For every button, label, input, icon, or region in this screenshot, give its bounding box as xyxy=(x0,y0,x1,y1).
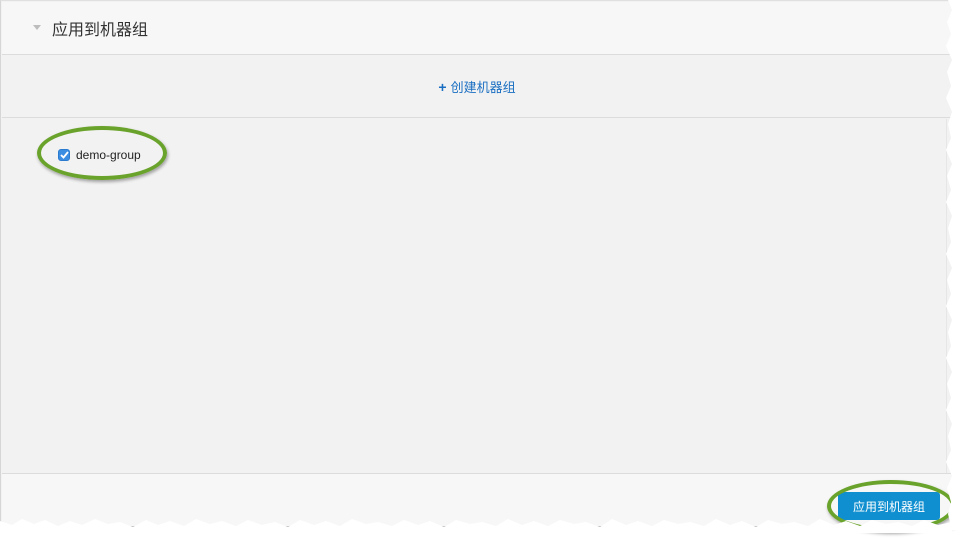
group-label: demo-group xyxy=(76,148,141,162)
dialog-panel: 应用到机器组 + 创建机器组 demo-group xyxy=(0,0,952,526)
torn-edge-bottom xyxy=(0,519,952,533)
create-machine-group-link[interactable]: + 创建机器组 xyxy=(438,77,515,96)
group-checkbox[interactable] xyxy=(58,149,70,161)
checkmark-icon xyxy=(59,151,69,159)
machine-group-list: demo-group xyxy=(2,119,947,473)
create-machine-group-label: 创建机器组 xyxy=(450,80,516,95)
torn-edge-right xyxy=(946,0,960,530)
plus-icon: + xyxy=(438,78,447,95)
dialog-title: 应用到机器组 xyxy=(52,22,149,39)
triangle-down-icon[interactable] xyxy=(32,23,42,33)
dialog-header: 应用到机器组 xyxy=(2,2,952,55)
list-item[interactable]: demo-group xyxy=(58,148,141,162)
create-group-bar: + 创建机器组 xyxy=(2,56,952,118)
